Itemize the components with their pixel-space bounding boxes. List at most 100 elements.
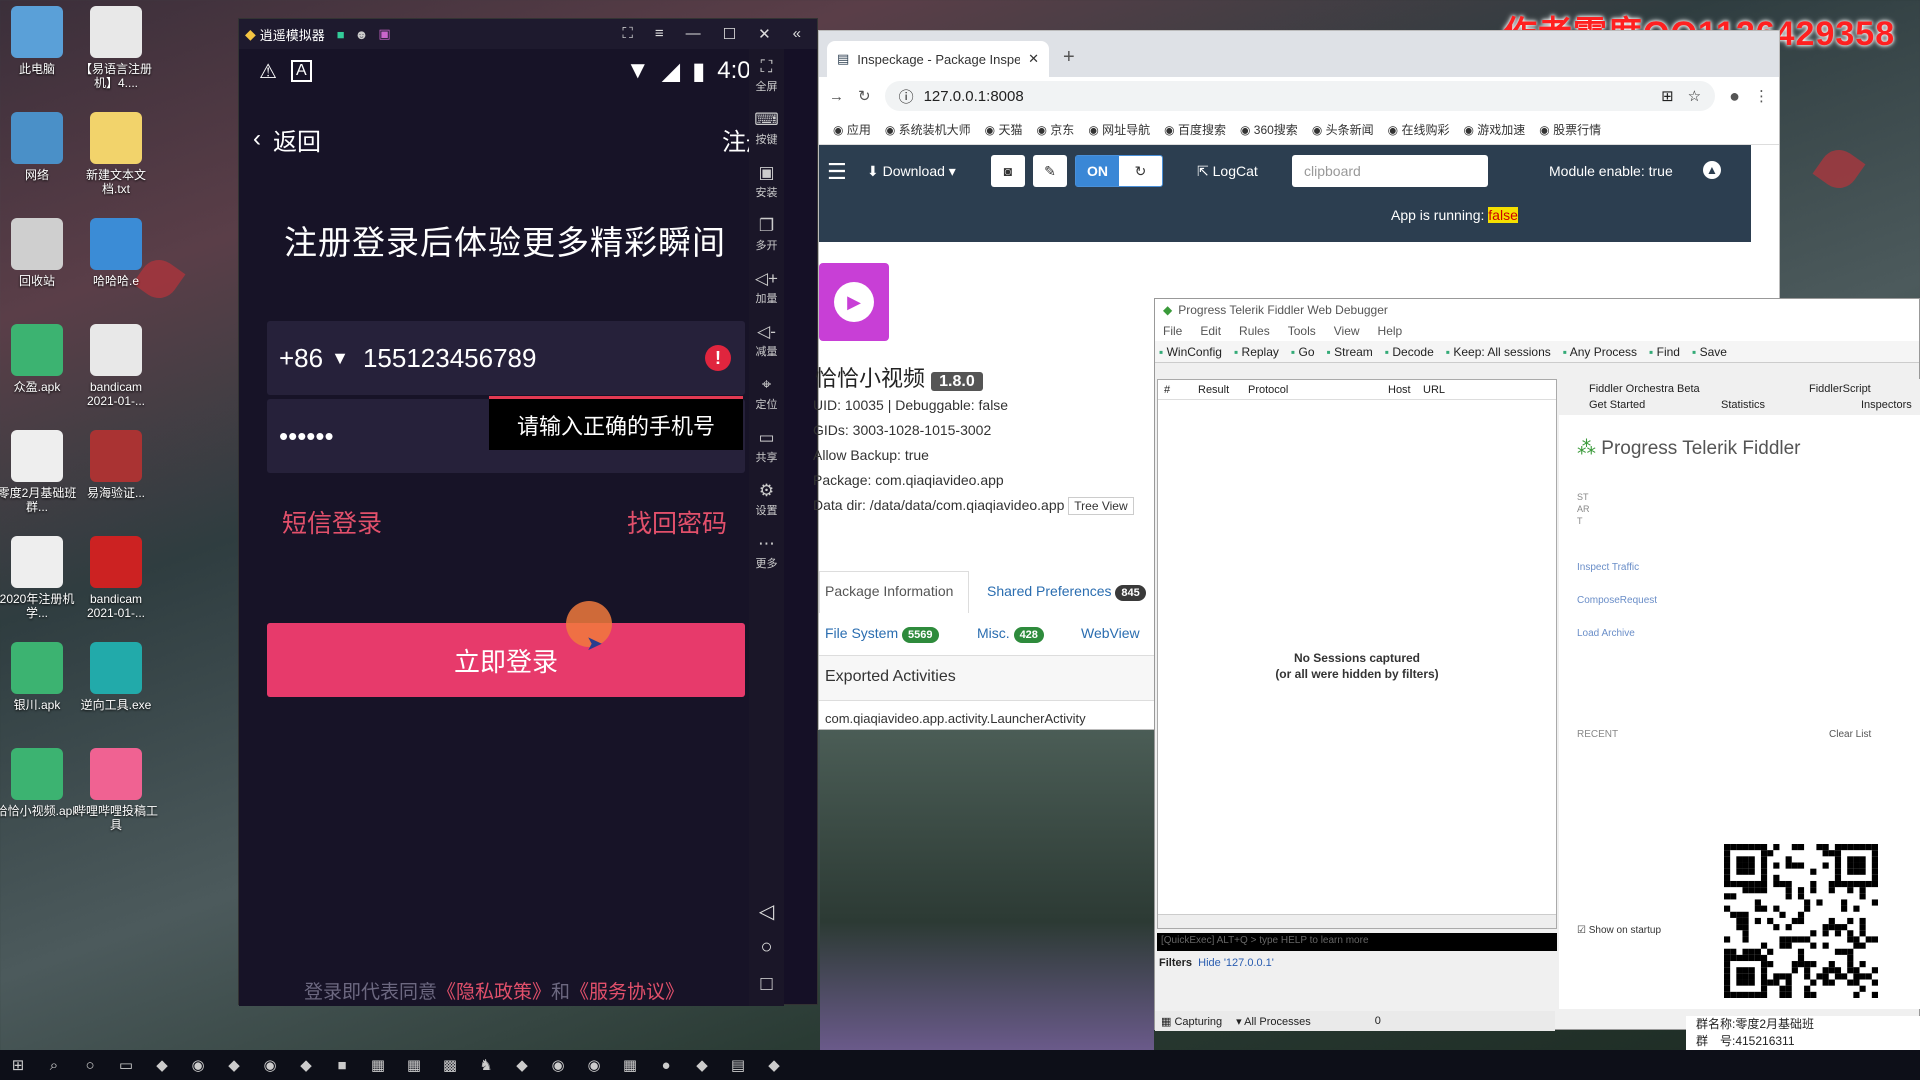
- app-icon[interactable]: ◉: [576, 1050, 612, 1080]
- wrench-icon[interactable]: ✎: [1033, 155, 1067, 187]
- capturing-toggle[interactable]: ▦ Capturing: [1161, 1015, 1222, 1028]
- side-tool[interactable]: ◁+ 加量: [749, 261, 784, 314]
- side-tool[interactable]: ⌨ 按键: [749, 102, 784, 155]
- edge-icon[interactable]: ◉: [180, 1050, 216, 1080]
- app-icon[interactable]: ■: [324, 1050, 360, 1080]
- app-icon[interactable]: ◆: [684, 1050, 720, 1080]
- desktop-icon[interactable]: bandicam 2021-01-...: [73, 324, 159, 408]
- inspect-traffic-link[interactable]: Inspect Traffic: [1577, 551, 1657, 584]
- toolbar-button[interactable]: ▪ Save: [1692, 345, 1727, 359]
- login-button[interactable]: 立即登录: [267, 623, 745, 697]
- download-menu[interactable]: ⬇ Download ▾: [867, 163, 956, 180]
- on-toggle[interactable]: ON ↻: [1075, 155, 1163, 187]
- hide-filter-link[interactable]: Hide '127.0.0.1': [1198, 957, 1274, 969]
- side-tool[interactable]: ▭ 共享: [749, 420, 784, 473]
- bookmark-item[interactable]: ◉ 股票行情: [1539, 121, 1601, 138]
- cortana-icon[interactable]: ○: [72, 1050, 108, 1080]
- bookmark-star-icon[interactable]: ☆: [1688, 87, 1701, 105]
- bookmark-item[interactable]: ◉ 360搜索: [1240, 121, 1298, 138]
- camera-icon[interactable]: ◙: [991, 155, 1025, 187]
- toolbar-button[interactable]: ▪ WinConfig: [1159, 345, 1222, 359]
- menu-item[interactable]: Edit: [1200, 324, 1221, 338]
- side-tool[interactable]: ⛶ 全屏: [749, 49, 784, 102]
- forward-icon[interactable]: →: [829, 88, 844, 105]
- toolbar-button[interactable]: ▪ Keep: All sessions: [1446, 345, 1551, 359]
- horizontal-scrollbar[interactable]: [1158, 914, 1556, 928]
- chevron-down-icon[interactable]: ▼: [331, 348, 349, 369]
- desktop-icon[interactable]: 银川.apk: [0, 642, 80, 712]
- menu-item[interactable]: File: [1163, 324, 1182, 338]
- menu-item[interactable]: View: [1334, 324, 1360, 338]
- app-icon[interactable]: ▩: [432, 1050, 468, 1080]
- toolbar-button[interactable]: ▪ Go: [1291, 345, 1315, 359]
- show-on-startup-checkbox[interactable]: ☑ Show on startup: [1577, 925, 1661, 936]
- toolbar-button[interactable]: ▪ Stream: [1327, 345, 1373, 359]
- emulator-user-icon[interactable]: ☻: [355, 27, 369, 42]
- desktop-icon[interactable]: bandicam 2021-01-...: [73, 536, 159, 620]
- minimize-icon[interactable]: —: [686, 25, 701, 43]
- sessions-list[interactable]: # Result Protocol Host URL No Sessions c…: [1157, 379, 1557, 929]
- desktop-icon[interactable]: 回收站: [0, 218, 80, 288]
- chrome-icon[interactable]: ◉: [540, 1050, 576, 1080]
- close-icon[interactable]: ✕: [758, 25, 771, 43]
- bookmark-item[interactable]: ◉ 游戏加速: [1463, 121, 1525, 138]
- side-tool[interactable]: ❐ 多开: [749, 208, 784, 261]
- search-icon[interactable]: ⌕: [36, 1050, 72, 1080]
- app-icon[interactable]: ▤: [720, 1050, 756, 1080]
- toolbar-button[interactable]: ▪ Replay: [1234, 345, 1279, 359]
- clipboard-input[interactable]: clipboard: [1292, 155, 1488, 187]
- app-icon[interactable]: ▦: [396, 1050, 432, 1080]
- android-home-icon[interactable]: ○: [749, 936, 784, 959]
- reload-icon[interactable]: ↻: [858, 87, 871, 105]
- collapse-sidebar-icon[interactable]: «: [793, 25, 801, 43]
- menu-item[interactable]: Rules: [1239, 324, 1270, 338]
- desktop-icon[interactable]: 网络: [0, 112, 80, 182]
- maximize-icon[interactable]: ☐: [723, 25, 736, 43]
- side-tool[interactable]: ⚙ 设置: [749, 473, 784, 526]
- country-code-select[interactable]: +86: [279, 343, 323, 374]
- record-icon[interactable]: ●: [648, 1050, 684, 1080]
- toolbar-button[interactable]: ▪ Find: [1649, 345, 1680, 359]
- process-filter[interactable]: ▾ All Processes: [1236, 1015, 1311, 1028]
- app-icon[interactable]: ▦: [360, 1050, 396, 1080]
- desktop-icon[interactable]: 2020年注册机学...: [0, 536, 80, 620]
- tab-close-icon[interactable]: ✕: [1028, 51, 1039, 67]
- app-icon[interactable]: ◆: [216, 1050, 252, 1080]
- task-view-icon[interactable]: ▭: [108, 1050, 144, 1080]
- chrome-icon[interactable]: ◉: [252, 1050, 288, 1080]
- tab-webview[interactable]: WebView: [1081, 625, 1140, 641]
- start-icon[interactable]: ⊞: [0, 1050, 36, 1080]
- bookmark-item[interactable]: ◉ 头条新闻: [1312, 121, 1374, 138]
- desktop-icon[interactable]: 易海验证...: [73, 430, 159, 500]
- hamburger-icon[interactable]: ☰: [827, 159, 847, 185]
- app-icon[interactable]: ◆: [504, 1050, 540, 1080]
- tab-get-started[interactable]: Get Started: [1589, 399, 1645, 411]
- chrome-menu-icon[interactable]: ⋮: [1754, 87, 1769, 105]
- clear-list-link[interactable]: Clear List: [1829, 729, 1871, 740]
- service-agreement-link[interactable]: 《服务协议》: [570, 982, 684, 1003]
- tree-view-button[interactable]: Tree View: [1068, 497, 1134, 515]
- back-arrow-icon[interactable]: ‹: [253, 125, 261, 153]
- privacy-policy-link[interactable]: 《隐私政策》: [437, 982, 551, 1003]
- phone-input[interactable]: 155123456789: [363, 343, 537, 374]
- desktop-icon[interactable]: 恰恰小视频.apk: [0, 748, 80, 818]
- menu-icon[interactable]: ≡: [655, 25, 664, 43]
- desktop-icon[interactable]: 哈哈哈.e: [73, 218, 159, 288]
- bookmark-item[interactable]: ◉ 百度搜索: [1164, 121, 1226, 138]
- tab-shared-preferences[interactable]: Shared Preferences 845: [987, 583, 1146, 601]
- android-back-icon[interactable]: ◁: [749, 899, 784, 924]
- desktop-icon[interactable]: 零度2月基础班群...: [0, 430, 80, 514]
- screenshot-icon[interactable]: ⛶: [622, 25, 633, 43]
- password-input[interactable]: ••••••: [279, 421, 334, 452]
- tab-inspectors[interactable]: Inspectors: [1861, 399, 1912, 411]
- desktop-icon[interactable]: 新建文本文档.txt: [73, 112, 159, 196]
- back-button[interactable]: 返回: [273, 122, 321, 157]
- desktop-icon[interactable]: 逆向工具.exe: [73, 642, 159, 712]
- logcat-link[interactable]: ⇱ LogCat: [1197, 163, 1258, 180]
- compose-request-link[interactable]: ComposeRequest: [1577, 584, 1657, 617]
- tab-misc[interactable]: Misc. 428: [977, 625, 1044, 643]
- emulator-camera-icon[interactable]: ▣: [378, 26, 390, 42]
- side-tool[interactable]: ⌖ 定位: [749, 367, 784, 420]
- side-tool[interactable]: ▣ 安装: [749, 155, 784, 208]
- side-tool[interactable]: ⋯ 更多: [749, 526, 784, 579]
